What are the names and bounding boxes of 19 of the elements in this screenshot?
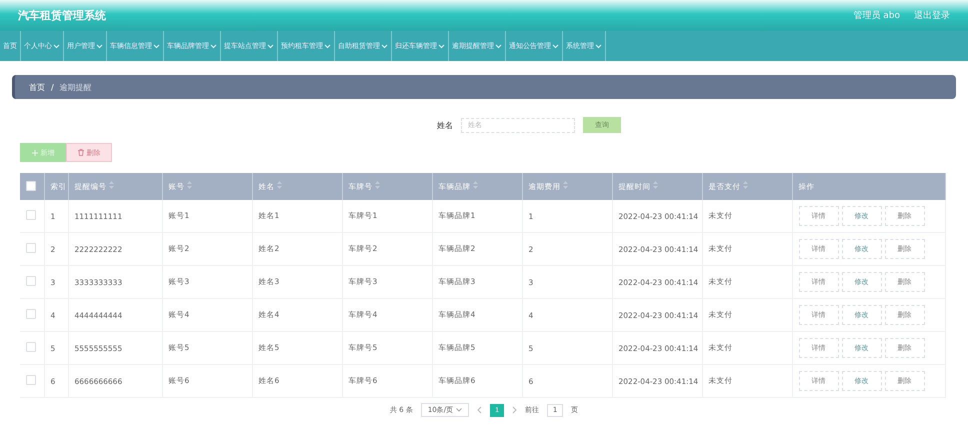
row-checkbox[interactable] [26,342,36,352]
breadcrumb-item[interactable]: 首页 [29,82,45,92]
next-page-icon[interactable] [512,406,518,414]
row-checkbox[interactable] [26,375,36,385]
plus-icon [32,150,38,156]
row-checkbox[interactable] [26,276,36,286]
app-title: 汽车租赁管理系统 [18,8,107,23]
breadcrumb-separator: / [51,82,54,92]
select-all-checkbox[interactable] [26,180,36,190]
breadcrumb-item: 逾期提醒 [60,82,92,92]
search-label: 姓名 [437,120,453,130]
caret-icon [456,408,462,412]
logout-link[interactable]: 退出登录 [914,9,950,22]
row-checkbox[interactable] [26,309,36,319]
admin-user: 管理员 abo [853,10,900,22]
prev-page-icon[interactable] [477,406,482,414]
row-checkbox[interactable] [26,243,36,253]
trash-icon [78,149,84,156]
row-checkbox[interactable] [26,210,36,220]
